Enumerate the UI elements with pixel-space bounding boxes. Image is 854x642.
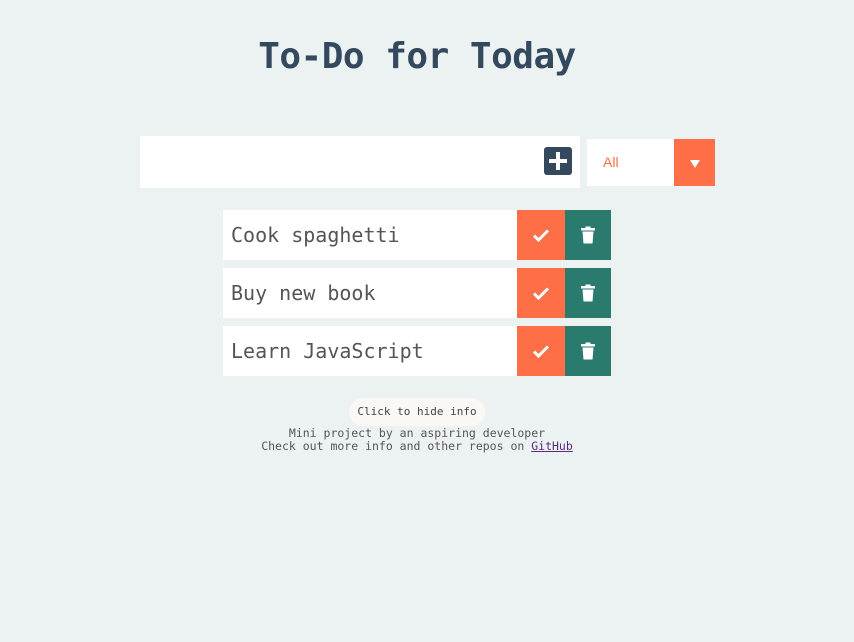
todo-item: Buy new book [223,268,611,318]
trash-icon [581,284,595,302]
filter-select[interactable]: All [587,139,715,186]
todo-item: Cook spaghetti [223,210,611,260]
page-title: To-Do for Today [258,36,576,77]
info-line-links: Check out more info and other repos on G… [0,440,834,453]
hide-info-button[interactable]: Click to hide info [349,398,485,426]
check-icon [532,229,550,242]
github-link[interactable]: GitHub [531,439,573,453]
todo-item: Learn JavaScript [223,326,611,376]
todo-input[interactable] [140,136,536,188]
todo-text: Learn JavaScript [231,339,424,363]
check-icon [532,345,550,358]
trash-icon [581,342,595,360]
add-todo-button[interactable] [544,147,572,175]
todo-list: Cook spaghetti Buy new book Learn JavaSc… [223,210,611,384]
info-section: Click to hide info Mini project by an as… [0,398,834,453]
add-todo-form [140,136,580,188]
info-links-prefix: Check out more info and other repos on [261,439,532,453]
todo-text: Cook spaghetti [231,223,400,247]
complete-button[interactable] [517,210,565,260]
delete-button[interactable] [565,210,611,260]
todo-text: Buy new book [231,281,376,305]
delete-button[interactable] [565,268,611,318]
complete-button[interactable] [517,326,565,376]
trash-icon [581,226,595,244]
filter-selected-value: All [603,154,619,170]
complete-button[interactable] [517,268,565,318]
delete-button[interactable] [565,326,611,376]
check-icon [532,287,550,300]
page: To-Do for Today All Cook spaghetti Buy n… [0,0,854,642]
caret-down-icon [674,139,715,186]
